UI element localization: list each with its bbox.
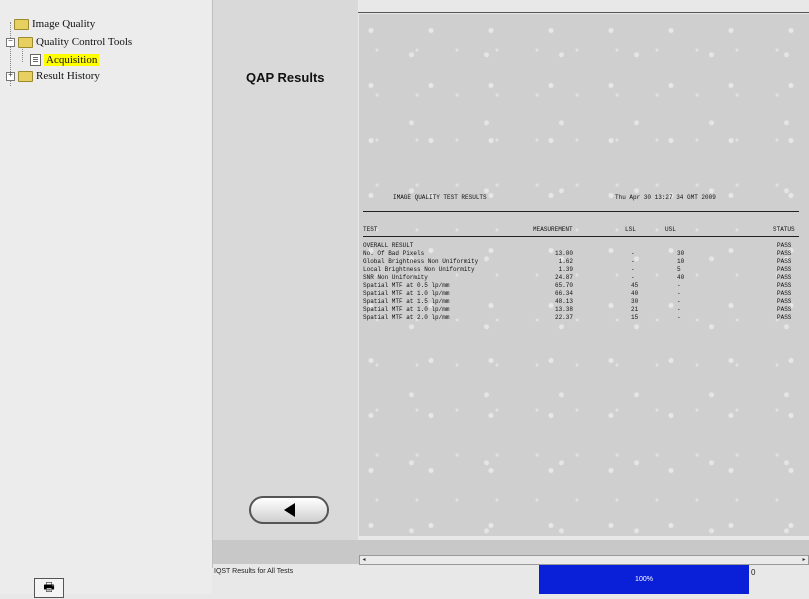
bottom-left-panel — [0, 568, 212, 594]
table-row: Spatial MTF at 1.5 lp/mm 48.13 30 - PASS — [359, 298, 799, 306]
cell-lsl: - — [631, 250, 635, 257]
column-header: TEST — [363, 226, 378, 233]
left-triangle-icon — [283, 503, 295, 517]
cell-usl: 5 — [677, 266, 681, 273]
progress-label: 100% — [635, 576, 653, 583]
cell-status: PASS — [777, 290, 792, 297]
table-row: SNR Non Uniformity 24.87 - 40 PASS — [359, 274, 799, 282]
document-icon — [30, 54, 41, 66]
expand-icon[interactable]: + — [6, 71, 15, 81]
cell-status: PASS — [777, 242, 792, 249]
cell-status: PASS — [777, 306, 792, 313]
tree-item-label: Acquisition — [44, 54, 100, 66]
cell-lsl: 21 — [631, 306, 639, 313]
tree-item-label: Result History — [36, 70, 100, 82]
cell-measurement: 13.38 — [554, 306, 573, 313]
print-icon: 🖶 — [43, 579, 55, 594]
cell-status: PASS — [777, 266, 792, 273]
cell-status: PASS — [777, 314, 792, 321]
folder-open-icon — [18, 36, 33, 48]
horizontal-scrollbar[interactable]: ◂ ▸ — [359, 555, 809, 565]
page-title: QAP Results — [246, 70, 325, 85]
cell-measurement: 65.70 — [554, 282, 573, 289]
cell-lsl: 15 — [631, 314, 639, 321]
tree-item-acquisition[interactable]: Acquisition — [30, 54, 100, 66]
cell-status: PASS — [777, 258, 792, 265]
column-header: MEASUREMENT — [533, 226, 573, 233]
cell-status: PASS — [777, 274, 792, 281]
cell-lsl: 45 — [631, 282, 639, 289]
cell-measurement: 22.37 — [554, 314, 573, 321]
cell-test: Spatial MTF at 1.5 lp/mm — [363, 298, 450, 305]
status-text: IQST Results for All Tests — [214, 568, 294, 575]
print-button[interactable]: 🖶 — [34, 578, 64, 598]
cell-status: PASS — [777, 250, 792, 257]
cell-status: PASS — [777, 298, 792, 305]
report-rule-header — [363, 236, 799, 237]
progress-bar: 100% — [539, 565, 749, 594]
report-heading: IMAGE QUALITY TEST RESULTS — [393, 194, 487, 201]
report-view: IMAGE QUALITY TEST RESULTS Thu Apr 30 13… — [359, 14, 809, 536]
table-row: Spatial MTF at 1.0 lp/mm 13.38 21 - PASS — [359, 306, 799, 314]
scroll-right-icon[interactable]: ▸ — [800, 556, 808, 564]
table-row: Spatial MTF at 1.0 lp/mm 66.34 40 - PASS — [359, 290, 799, 298]
cell-usl: 30 — [677, 250, 685, 257]
report-datetime: Thu Apr 30 13:27 34 GMT 2009 — [615, 194, 716, 201]
cell-test: Local Brightness Non Uniformity — [363, 266, 475, 273]
cell-test: Spatial MTF at 1.0 lp/mm — [363, 290, 450, 297]
report-header-row: TEST MEASUREMENT LSL USL STATUS — [359, 226, 799, 234]
column-header: LSL — [625, 226, 636, 233]
cell-test: Spatial MTF at 1.0 lp/mm — [363, 306, 450, 313]
cell-measurement: 24.87 — [554, 274, 573, 281]
tree-item-label: Quality Control Tools — [36, 36, 133, 48]
cell-lsl: 40 — [631, 290, 639, 297]
table-row: Spatial MTF at 2.0 lp/mm 22.37 15 - PASS — [359, 314, 799, 322]
cell-usl: 10 — [677, 258, 685, 265]
collapse-icon[interactable]: − — [6, 37, 15, 47]
cell-measurement: 1.39 — [558, 266, 573, 273]
cell-test: Spatial MTF at 2.0 lp/mm — [363, 314, 450, 321]
tree-item-result-history[interactable]: + Result History — [6, 70, 100, 82]
table-row: Global Brightness Non Uniformity 1.62 - 10 P… — [359, 258, 799, 266]
cell-usl: - — [677, 290, 681, 297]
navigation-tree: Image Quality − Quality Control Tools Ac… — [0, 0, 213, 568]
table-row: Local Brightness Non Uniformity 1.39 - 5 PAS… — [359, 266, 799, 274]
table-row: OVERALL RESULT PASS — [359, 242, 799, 250]
cell-lsl: 30 — [631, 298, 639, 305]
tree-item-image-quality[interactable]: Image Quality — [14, 18, 95, 30]
status-counter: 0 — [751, 568, 756, 577]
cell-test: Spatial MTF at 0.5 lp/mm — [363, 282, 450, 289]
cell-usl: - — [677, 306, 681, 313]
cell-measurement: 13.00 — [554, 250, 573, 257]
cell-measurement: 48.13 — [554, 298, 573, 305]
folder-icon — [14, 18, 29, 30]
table-row: No. Of Bad Pixels 13.00 - 30 PASS — [359, 250, 799, 258]
cell-usl: - — [677, 282, 681, 289]
column-header: USL — [665, 226, 676, 233]
tree-item-label: Image Quality — [32, 18, 96, 30]
cell-usl: 40 — [677, 274, 685, 281]
cell-lsl: - — [631, 258, 635, 265]
cell-measurement: 1.62 — [558, 258, 573, 265]
cell-test: SNR Non Uniformity — [363, 274, 428, 281]
back-button[interactable] — [249, 496, 329, 524]
tree-item-quality-control-tools[interactable]: − Quality Control Tools — [6, 36, 132, 48]
cell-status: PASS — [777, 282, 792, 289]
report-rule-top — [363, 211, 799, 212]
column-header: STATUS — [773, 226, 795, 233]
scroll-left-icon[interactable]: ◂ — [360, 556, 368, 564]
cell-test: No. Of Bad Pixels — [363, 250, 425, 257]
table-row: Spatial MTF at 0.5 lp/mm 65.70 45 - PASS — [359, 282, 799, 290]
folder-icon — [18, 70, 33, 82]
cell-usl: - — [677, 298, 681, 305]
cell-test: Global Brightness Non Uniformity — [363, 258, 479, 265]
cell-test: OVERALL RESULT — [363, 242, 414, 249]
cell-measurement: 66.34 — [554, 290, 573, 297]
cell-lsl: - — [631, 266, 635, 273]
cell-usl: - — [677, 314, 681, 321]
cell-lsl: - — [631, 274, 635, 281]
